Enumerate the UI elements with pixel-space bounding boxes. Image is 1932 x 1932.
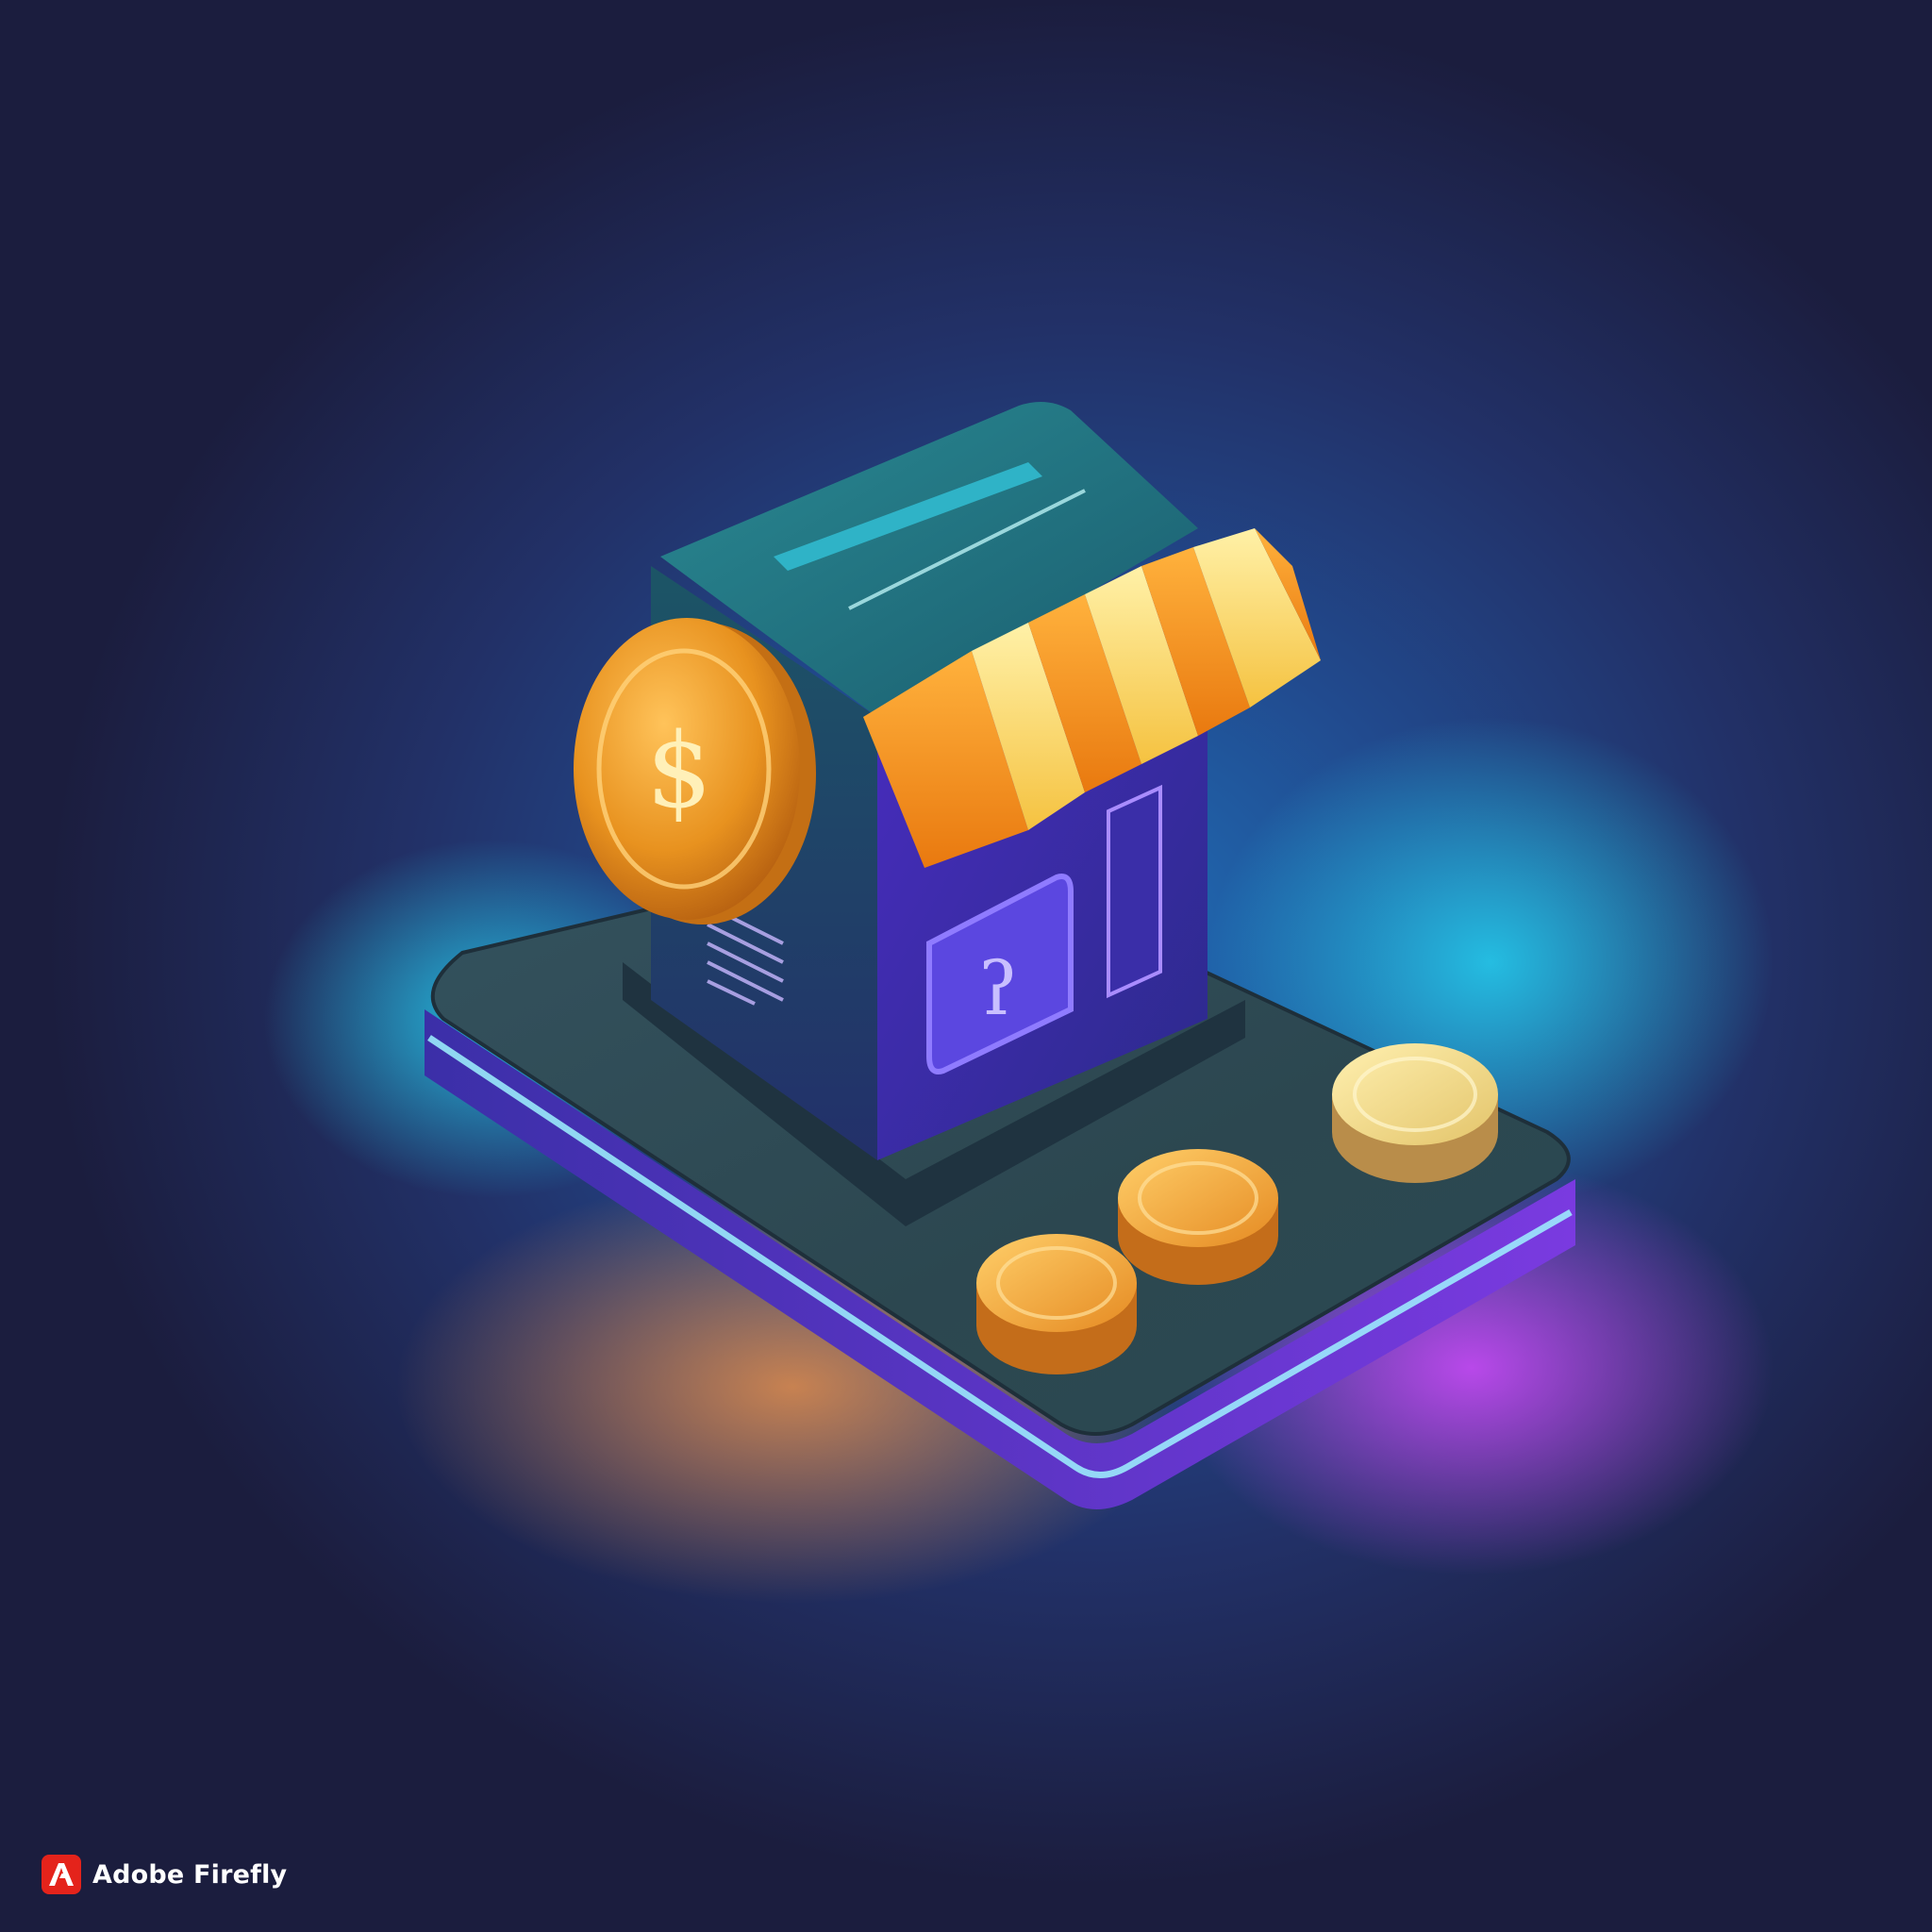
coin-stack-front: [976, 1234, 1137, 1374]
coin-stack-back: [1332, 1043, 1498, 1183]
plaque-symbol: ʔ: [978, 947, 1018, 1032]
shop-illustration: ʔ $: [264, 402, 1774, 1604]
adobe-a-glyph: [49, 1863, 74, 1886]
coin-stack-middle: [1118, 1149, 1278, 1285]
adobe-logo-icon: [42, 1855, 81, 1894]
watermark-text: Adobe Firefly: [92, 1859, 288, 1890]
watermark: Adobe Firefly: [42, 1855, 287, 1894]
big-coin-icon: $: [574, 618, 816, 924]
illustration-canvas: ʔ $ Adobe Firefly: [0, 0, 1932, 1932]
shop-side-panel: [1107, 784, 1162, 999]
coin-symbol: $: [646, 710, 712, 831]
